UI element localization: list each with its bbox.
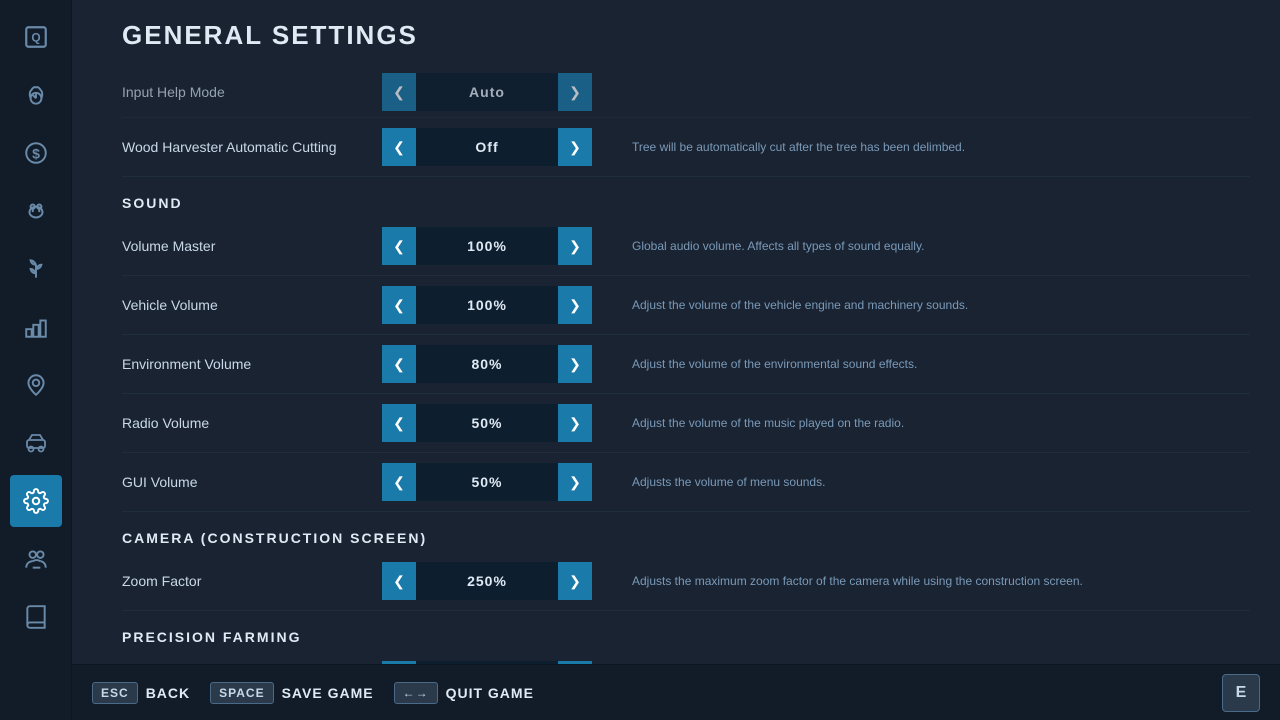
- partial-inc-btn[interactable]: ❯: [558, 73, 592, 111]
- main-content: GENERAL SETTINGS Input Help Mode ❮ Auto …: [72, 0, 1280, 720]
- setting-inc-btn-0[interactable]: ❯: [558, 128, 592, 166]
- setting-value-4: 80%: [416, 345, 558, 383]
- setting-control-0: ❮ Off ❯: [382, 128, 592, 166]
- sidebar-item-multiplayer[interactable]: [10, 533, 62, 585]
- setting-value-5: 50%: [416, 404, 558, 442]
- setting-row-help-window: Help Window Always Active ❮ On ❯ Defines…: [122, 651, 1250, 664]
- setting-control-5: ❮ 50% ❯: [382, 404, 592, 442]
- sidebar-item-help[interactable]: [10, 591, 62, 643]
- arrow-key-badge: ←→: [394, 682, 438, 704]
- partial-setting-row: Input Help Mode ❮ Auto ❯: [122, 67, 1250, 118]
- page-title: GENERAL SETTINGS: [72, 20, 1280, 67]
- setting-label-2: Volume Master: [122, 238, 382, 254]
- quit-game-button[interactable]: ←→ QUIT GAME: [394, 682, 534, 704]
- setting-control-2: ❮ 100% ❯: [382, 227, 592, 265]
- svg-text:Q: Q: [31, 30, 40, 44]
- setting-row-volume-master: Volume Master ❮ 100% ❯ Global audio volu…: [122, 217, 1250, 276]
- setting-value-0: Off: [416, 128, 558, 166]
- sidebar-item-production[interactable]: [10, 301, 62, 353]
- setting-inc-btn-2[interactable]: ❯: [558, 227, 592, 265]
- bottom-bar: ESC BACK SPACE SAVE GAME ←→ QUIT GAME E: [72, 664, 1280, 720]
- back-button[interactable]: ESC BACK: [92, 682, 190, 704]
- setting-value-8: 250%: [416, 562, 558, 600]
- setting-control-3: ❮ 100% ❯: [382, 286, 592, 324]
- setting-desc-6: Adjusts the volume of menu sounds.: [592, 474, 1250, 491]
- setting-label-3: Vehicle Volume: [122, 297, 382, 313]
- setting-value-2: 100%: [416, 227, 558, 265]
- setting-label-6: GUI Volume: [122, 474, 382, 490]
- sidebar-item-economy[interactable]: $: [10, 127, 62, 179]
- setting-desc-4: Adjust the volume of the environmental s…: [592, 356, 1250, 373]
- setting-inc-btn-4[interactable]: ❯: [558, 345, 592, 383]
- setting-row-vehicle-volume: Vehicle Volume ❮ 100% ❯ Adjust the volum…: [122, 276, 1250, 335]
- setting-label-8: Zoom Factor: [122, 573, 382, 589]
- setting-dec-btn-5[interactable]: ❮: [382, 404, 416, 442]
- sidebar-item-settings[interactable]: [10, 475, 62, 527]
- svg-text:$: $: [32, 145, 40, 161]
- setting-dec-btn-8[interactable]: ❮: [382, 562, 416, 600]
- sidebar: Q $: [0, 0, 72, 720]
- section-header-camera: CAMERA (CONSTRUCTION SCREEN): [122, 512, 1250, 552]
- e-key-badge[interactable]: E: [1222, 674, 1260, 712]
- setting-row-gui-volume: GUI Volume ❮ 50% ❯ Adjusts the volume of…: [122, 453, 1250, 512]
- section-header-precision: PRECISION FARMING: [122, 611, 1250, 651]
- setting-desc-8: Adjusts the maximum zoom factor of the c…: [592, 573, 1250, 590]
- partial-dec-btn[interactable]: ❮: [382, 73, 416, 111]
- settings-list: Input Help Mode ❮ Auto ❯ Wood Harvester …: [72, 67, 1280, 664]
- setting-dec-btn-4[interactable]: ❮: [382, 345, 416, 383]
- partial-control: ❮ Auto ❯: [382, 73, 592, 111]
- sidebar-item-farm[interactable]: [10, 69, 62, 121]
- save-game-button[interactable]: SPACE SAVE GAME: [210, 682, 373, 704]
- sidebar-item-q[interactable]: Q: [10, 11, 62, 63]
- setting-desc-2: Global audio volume. Affects all types o…: [592, 238, 1250, 255]
- setting-row-zoom: Zoom Factor ❮ 250% ❯ Adjusts the maximum…: [122, 552, 1250, 611]
- save-game-label: SAVE GAME: [282, 685, 374, 701]
- setting-row-wood-harvester: Wood Harvester Automatic Cutting ❮ Off ❯…: [122, 118, 1250, 177]
- setting-label-5: Radio Volume: [122, 415, 382, 431]
- setting-inc-btn-5[interactable]: ❯: [558, 404, 592, 442]
- setting-label-4: Environment Volume: [122, 356, 382, 372]
- setting-control-8: ❮ 250% ❯: [382, 562, 592, 600]
- setting-control-6: ❮ 50% ❯: [382, 463, 592, 501]
- setting-value-3: 100%: [416, 286, 558, 324]
- esc-key-badge: ESC: [92, 682, 138, 704]
- setting-control-4: ❮ 80% ❯: [382, 345, 592, 383]
- setting-row-env-volume: Environment Volume ❮ 80% ❯ Adjust the vo…: [122, 335, 1250, 394]
- sidebar-item-animals[interactable]: [10, 185, 62, 237]
- space-key-badge: SPACE: [210, 682, 273, 704]
- back-label: BACK: [146, 685, 190, 701]
- setting-inc-btn-8[interactable]: ❯: [558, 562, 592, 600]
- section-header-sound: SOUND: [122, 177, 1250, 217]
- setting-inc-btn-3[interactable]: ❯: [558, 286, 592, 324]
- setting-dec-btn-3[interactable]: ❮: [382, 286, 416, 324]
- setting-label-0: Wood Harvester Automatic Cutting: [122, 139, 382, 155]
- sidebar-item-crops[interactable]: [10, 243, 62, 295]
- setting-inc-btn-6[interactable]: ❯: [558, 463, 592, 501]
- setting-dec-btn-2[interactable]: ❮: [382, 227, 416, 265]
- setting-dec-btn-0[interactable]: ❮: [382, 128, 416, 166]
- sidebar-item-map[interactable]: [10, 359, 62, 411]
- quit-game-label: QUIT GAME: [446, 685, 534, 701]
- partial-label: Input Help Mode: [122, 84, 382, 100]
- sidebar-item-vehicles[interactable]: [10, 417, 62, 469]
- setting-desc-3: Adjust the volume of the vehicle engine …: [592, 297, 1250, 314]
- setting-dec-btn-6[interactable]: ❮: [382, 463, 416, 501]
- setting-desc-5: Adjust the volume of the music played on…: [592, 415, 1250, 432]
- setting-desc-0: Tree will be automatically cut after the…: [592, 139, 1250, 156]
- partial-value: Auto: [416, 73, 558, 111]
- setting-row-radio-volume: Radio Volume ❮ 50% ❯ Adjust the volume o…: [122, 394, 1250, 453]
- setting-value-6: 50%: [416, 463, 558, 501]
